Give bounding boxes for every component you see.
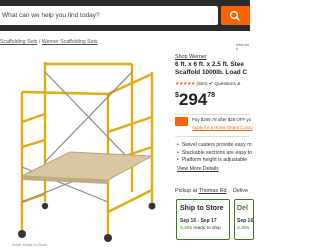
rating-stars-icon: ★★★★★ bbox=[175, 82, 196, 87]
highlights-list: Swivel casters provide easy m Stackable … bbox=[177, 142, 252, 165]
delivery-title: Del bbox=[237, 205, 248, 212]
highlight-item: Platform height is adjustable bbox=[177, 157, 252, 165]
credit-card-icon bbox=[175, 117, 188, 126]
search-icon bbox=[229, 10, 241, 22]
product-image[interactable] bbox=[0, 52, 170, 242]
delivery-label: Delive bbox=[233, 188, 248, 194]
view-details-link[interactable]: View More Details bbox=[177, 166, 219, 172]
price: $29478 bbox=[175, 90, 215, 110]
price-cents: 78 bbox=[207, 92, 216, 99]
product-title: 6 ft. x 6 ft. x 2.5 ft. Stee Scaffold 10… bbox=[175, 61, 255, 76]
highlight-item: Swivel casters provide easy m bbox=[177, 142, 252, 150]
apply-card-link[interactable]: Apply for a Home Depot Consu bbox=[192, 125, 253, 130]
store-link[interactable]: Thomas Rd bbox=[199, 188, 227, 194]
pickup-text: Pickup at bbox=[175, 188, 198, 194]
search-button[interactable] bbox=[221, 6, 250, 25]
divider bbox=[175, 136, 250, 137]
breadcrumb-item-scaffolding-sets[interactable]: Scaffolding Sets bbox=[0, 39, 37, 45]
zoom-hint: Hover Image to Zoom bbox=[12, 243, 47, 247]
divider bbox=[175, 114, 250, 115]
title-line-1: 6 ft. x 6 ft. x 2.5 ft. Stee bbox=[175, 61, 244, 68]
ship-to-store-title: Ship to Store bbox=[180, 205, 224, 212]
breadcrumb-item-werner-scaffolding-sets[interactable]: Werner Scaffolding Sets bbox=[42, 39, 98, 45]
internet-number: Internet # bbox=[236, 43, 249, 51]
breadcrumb-separator: / bbox=[38, 39, 41, 45]
review-count[interactable]: (504) bbox=[196, 82, 207, 87]
questions-link[interactable]: Questions & bbox=[214, 82, 240, 87]
delivery-option[interactable]: Del Sep 16 3,305 bbox=[234, 199, 254, 240]
rating-row[interactable]: ★★★★★ (504) ✔ Questions & bbox=[175, 82, 240, 87]
qa-icon: ✔ bbox=[208, 82, 213, 87]
ship-dates: Sep 16 - Sep 17 bbox=[180, 218, 217, 224]
ship-to-store-option[interactable]: Ship to Store Sep 16 - Sep 17 3,305 read… bbox=[176, 199, 230, 240]
ship-stock-status: ready to ship bbox=[193, 226, 221, 231]
top-header: What can we help you find today? bbox=[0, 0, 250, 31]
highlight-item: Stackable sections are easy to bbox=[177, 150, 252, 158]
price-dollars: 294 bbox=[178, 90, 208, 109]
ship-stock: 3,305 ready to ship bbox=[180, 226, 221, 231]
search-input[interactable]: What can we help you find today? bbox=[0, 6, 218, 25]
financing-offer: Pay $269.78 after $25 OFF yo bbox=[192, 117, 252, 122]
ship-stock-count: 3,305 bbox=[180, 226, 193, 231]
pickup-label: Pickup at Thomas Rd bbox=[175, 188, 226, 194]
price-currency: $ bbox=[175, 92, 179, 99]
breadcrumb: Scaffolding Sets / Werner Scaffolding Se… bbox=[0, 39, 250, 45]
delivery-stock-count: 3,305 bbox=[237, 226, 250, 231]
title-line-2: Scaffold 1000lb. Load C bbox=[175, 68, 248, 76]
brand-link[interactable]: Shop Werner bbox=[175, 54, 207, 60]
delivery-dates: Sep 16 bbox=[237, 218, 254, 224]
